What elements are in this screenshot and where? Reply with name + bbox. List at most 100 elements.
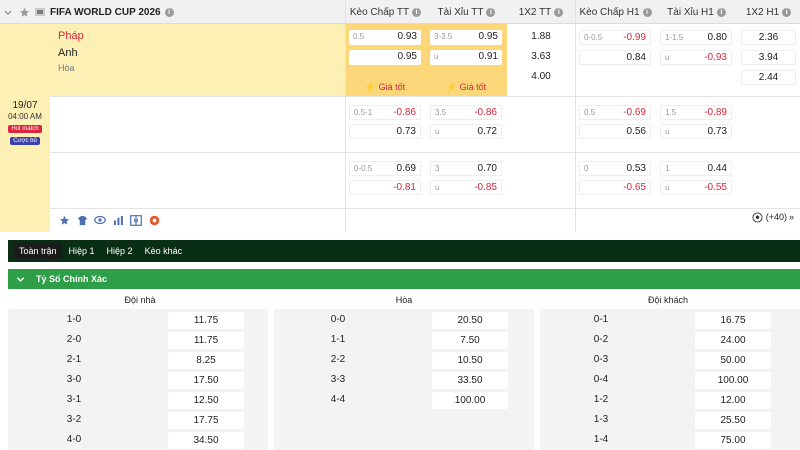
info-icon[interactable]: i (716, 7, 726, 17)
odds-1x2[interactable]: 1.88 (512, 30, 570, 45)
tab-first-half[interactable]: Hiệp 1 (64, 243, 100, 259)
odds-cell[interactable]: 0.5 -0.69 (579, 105, 651, 120)
odds-cell[interactable]: -0.65 (579, 180, 651, 195)
col-ou-h1: Tài Xỉu H1 i (656, 0, 737, 24)
star-icon[interactable] (18, 6, 30, 18)
odds-cell[interactable]: 0 0.53 (579, 161, 651, 176)
col-label: 1X2 TT (518, 6, 552, 18)
handicap: 0-0.5 (584, 33, 603, 42)
odds-value: -0.81 (393, 182, 416, 193)
odds-cell[interactable]: 0.5 0.93 (349, 30, 421, 45)
score-label: 3-0 (66, 374, 82, 385)
handicap: u (435, 127, 440, 136)
eye-icon[interactable] (94, 214, 106, 226)
score-odds-button[interactable]: 8.25 (168, 352, 244, 369)
stats-icon[interactable] (112, 214, 124, 226)
handicap: 3.5 (435, 108, 447, 117)
odds-value: 0.95 (478, 31, 498, 42)
chevron-down-icon[interactable] (14, 273, 26, 285)
row-divider (50, 152, 800, 153)
odds-cell[interactable]: 0.5-1 -0.86 (349, 105, 421, 120)
odds-value: -0.55 (704, 182, 727, 193)
tab-second-half[interactable]: Hiệp 2 (102, 243, 138, 259)
odds-value: 2.44 (758, 72, 779, 83)
col-ah-tt: Kèo Chấp TT i (345, 0, 426, 24)
odds-1x2[interactable]: 3.94 (741, 50, 796, 65)
score-odds-button[interactable]: 7.50 (432, 332, 508, 349)
odds-cell[interactable]: -0.81 (349, 180, 421, 195)
score-odds-button[interactable]: 11.75 (168, 312, 244, 329)
score-label: 2-1 (66, 354, 82, 365)
tab-full-match[interactable]: Toàn trận (14, 243, 62, 259)
correct-score-header[interactable]: Tỷ Số Chính Xác (8, 269, 800, 289)
score-odds-button[interactable]: 12.50 (168, 392, 244, 409)
odds-1x2[interactable]: 2.44 (741, 70, 796, 85)
home-team[interactable]: Pháp (58, 30, 84, 42)
odds-cell[interactable]: u -0.55 (660, 180, 732, 195)
score-odds-button[interactable]: 75.00 (695, 432, 771, 449)
col-label: Tài Xỉu H1 (667, 6, 714, 18)
info-icon[interactable]: i (486, 7, 496, 17)
star-icon[interactable] (58, 214, 70, 226)
lightning-icon: ⚡ (364, 82, 377, 92)
odds-cell[interactable]: 0-0.5 -0.99 (579, 30, 651, 45)
odds-cell[interactable]: u -0.93 (660, 50, 732, 65)
score-odds-button[interactable]: 33.50 (432, 372, 508, 389)
odds-cell[interactable]: u -0.85 (430, 180, 502, 195)
odds-1x2[interactable]: 3.63 (512, 50, 570, 65)
odds-cell[interactable]: 0-0.5 0.69 (349, 161, 421, 176)
odds-cell[interactable]: 0.73 (349, 124, 421, 139)
match-datetime: 19/07 04:00 AM Hot match Cược bủ (0, 100, 50, 145)
info-icon[interactable]: i (642, 7, 652, 17)
odds-cell[interactable]: 3.5 -0.86 (430, 105, 502, 120)
odds-value: 0.73 (707, 126, 727, 137)
shirt-icon[interactable] (76, 214, 88, 226)
cs-col-home: Đội nhà (124, 295, 156, 305)
score-odds-button[interactable]: 11.75 (168, 332, 244, 349)
odds-value: 2.36 (758, 32, 779, 43)
odds-cell[interactable]: 0.84 (579, 50, 651, 65)
odds-cell[interactable]: 3 0.70 (430, 161, 502, 176)
score-odds-button[interactable]: 100.00 (432, 392, 508, 409)
score-odds-button[interactable]: 17.50 (168, 372, 244, 389)
odds-cell[interactable]: 1 0.44 (660, 161, 732, 176)
odds-cell[interactable]: 1-1.5 0.80 (660, 30, 732, 45)
away-team[interactable]: Anh (58, 47, 78, 59)
draw-label: Hòa (58, 63, 75, 73)
soccer-ball-icon (752, 211, 764, 223)
info-icon[interactable]: i (412, 7, 422, 17)
score-odds-button[interactable]: 24.00 (695, 332, 771, 349)
tab-other-bets[interactable]: Kèo khác (140, 243, 188, 259)
score-odds-button[interactable]: 100.00 (695, 372, 771, 389)
odds-cell[interactable]: 0.95 (349, 50, 421, 65)
odds-cell[interactable]: u 0.73 (660, 124, 732, 139)
score-odds-button[interactable]: 20.50 (432, 312, 508, 329)
odds-cell[interactable]: u 0.91 (430, 50, 502, 65)
info-icon[interactable]: i (164, 7, 174, 17)
score-odds-button[interactable]: 34.50 (168, 432, 244, 449)
collapse-arrow-icon[interactable] (2, 6, 14, 18)
odds-cell[interactable]: 0.56 (579, 124, 651, 139)
score-odds-button[interactable]: 25.50 (695, 412, 771, 429)
odds-value: -0.65 (623, 182, 646, 193)
more-bets[interactable]: (+40) » (752, 211, 794, 223)
odds-cell[interactable]: 1.5 -0.89 (660, 105, 732, 120)
odds-value: 0.93 (397, 31, 417, 42)
score-odds-button[interactable]: 16.75 (695, 312, 771, 329)
info-icon[interactable]: i (554, 7, 564, 17)
score-label: 1-4 (593, 434, 609, 445)
odds-1x2[interactable]: 2.36 (741, 30, 796, 45)
lineup-icon[interactable] (130, 214, 142, 226)
lightning-icon: ⚡ (445, 82, 458, 92)
info-icon[interactable]: i (782, 7, 792, 17)
live-stream-icon[interactable] (148, 214, 160, 226)
odds-1x2[interactable]: 4.00 (512, 70, 570, 85)
score-odds-button[interactable]: 12.00 (695, 392, 771, 409)
score-odds-button[interactable]: 17.75 (168, 412, 244, 429)
odds-value: 0.73 (396, 126, 416, 137)
score-label: 0-3 (593, 354, 609, 365)
score-odds-button[interactable]: 10.50 (432, 352, 508, 369)
score-odds-button[interactable]: 50.00 (695, 352, 771, 369)
odds-cell[interactable]: 3-3.5 0.95 (430, 30, 502, 45)
odds-cell[interactable]: u 0.72 (430, 124, 502, 139)
